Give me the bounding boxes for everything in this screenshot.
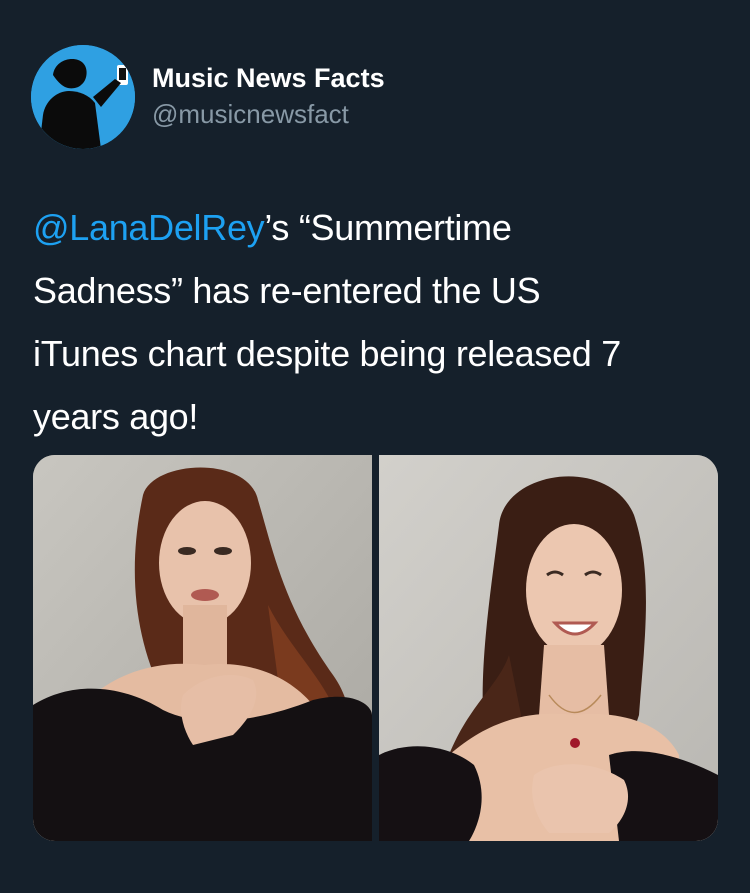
tweet-line-1: @LanaDelRey’s “Summertime <box>33 196 723 259</box>
tweet-line-2: Sadness” has re-entered the US <box>33 270 541 311</box>
photo-left[interactable] <box>33 455 372 841</box>
silhouette-selfie-icon <box>31 45 135 149</box>
tweet-header: Music News Facts @musicnewsfact <box>31 45 721 149</box>
account-names: Music News Facts @musicnewsfact <box>152 61 385 131</box>
tweet-line-1-text: ’s “Summertime <box>264 207 512 248</box>
tweet-text: @LanaDelRey’s “Summertime Sadness” has r… <box>33 196 723 448</box>
mention-link[interactable]: @LanaDelRey <box>33 207 265 248</box>
tweet-media <box>33 455 718 841</box>
photo-right[interactable] <box>379 455 718 841</box>
display-name[interactable]: Music News Facts <box>152 61 385 95</box>
portrait-image <box>33 455 372 841</box>
tweet-line-3: iTunes chart despite being released 7 <box>33 333 621 374</box>
avatar[interactable] <box>31 45 135 149</box>
tweet-line-4: years ago! <box>33 396 199 437</box>
portrait-image <box>379 455 718 841</box>
account-handle[interactable]: @musicnewsfact <box>152 97 385 131</box>
